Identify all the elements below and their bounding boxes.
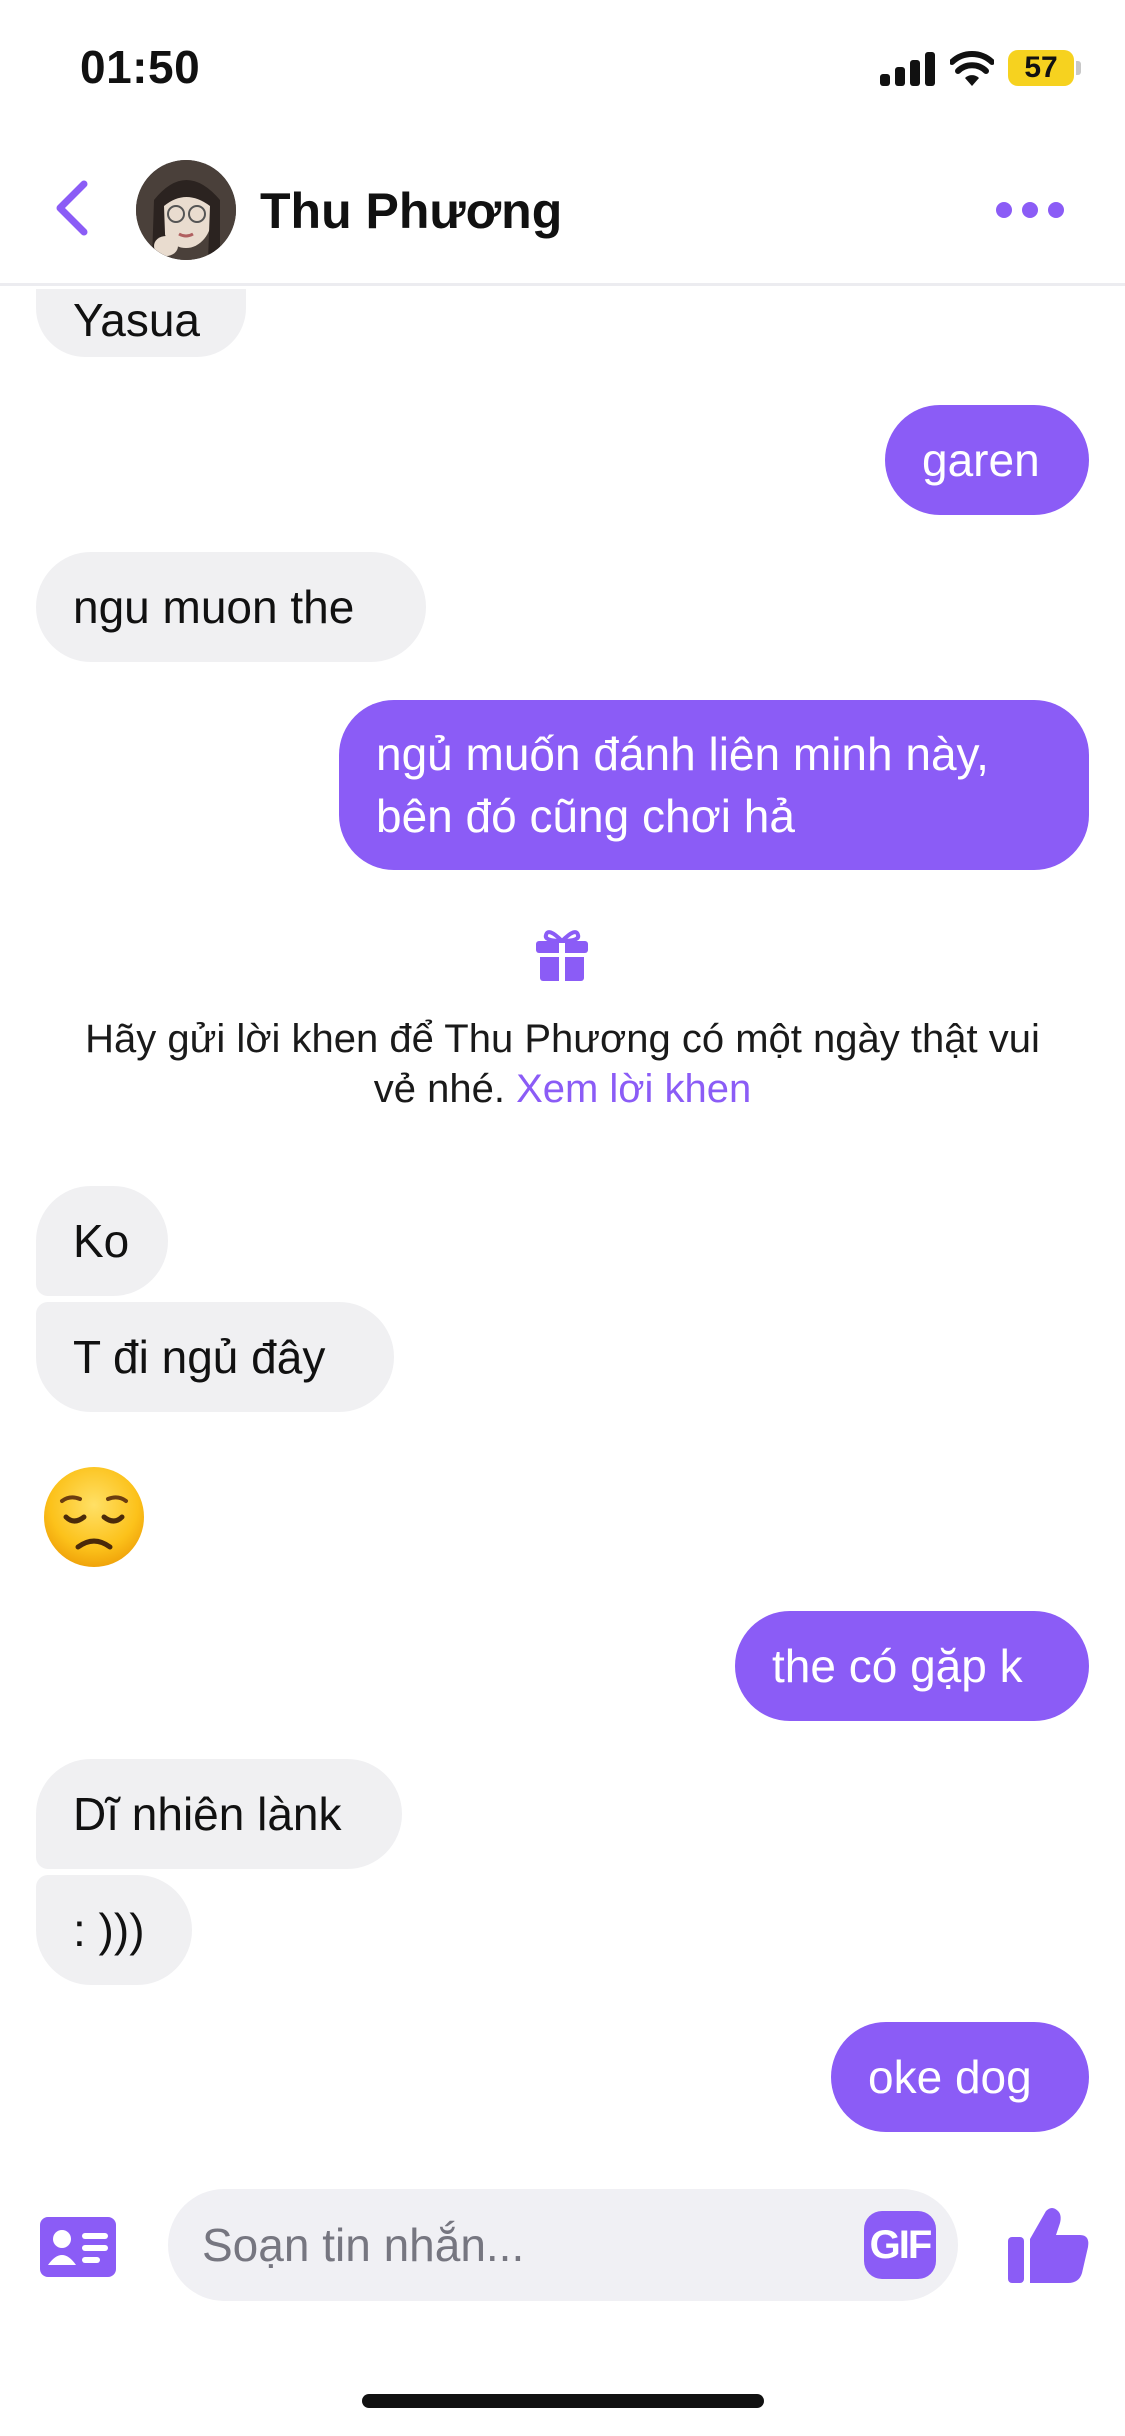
status-bar: 01:50 57 [0,0,1125,140]
outgoing-message[interactable]: ngủ muốn đánh liên minh này, bên đó cũng… [339,700,1089,870]
incoming-message[interactable]: Yasua [36,289,246,357]
compliment-prompt: Hãy gửi lời khen để Thu Phương có một ng… [30,1014,1095,1114]
compliment-prompt-line1: Hãy gửi lời khen để Thu Phương có một ng… [85,1017,1040,1061]
more-dots-icon[interactable] [990,192,1070,228]
chevron-left-icon[interactable] [44,178,104,238]
message-list[interactable]: Yasua garen ngu muon the ngủ muốn đánh l… [0,289,1125,2159]
message-input-container: GIF [168,2189,958,2301]
incoming-message[interactable]: Dĩ nhiên lànk [36,1759,402,1869]
battery-cap [1076,61,1081,75]
status-time: 01:50 [80,41,201,93]
compliment-prompt-line2: vẻ nhé. Xem lời khen [30,1064,1095,1114]
outgoing-message[interactable]: garen [885,405,1089,515]
gif-button[interactable]: GIF [864,2211,936,2279]
home-indicator[interactable] [362,2394,764,2408]
avatar[interactable] [136,160,236,260]
contact-name[interactable]: Thu Phương [260,182,562,240]
message-input[interactable] [202,2209,802,2281]
battery-level: 57 [1008,50,1074,86]
incoming-message[interactable]: Ko [36,1186,168,1296]
incoming-message[interactable]: ngu muon the [36,552,426,662]
cellular-signal-icon [880,52,936,86]
compliment-prompt-text: vẻ nhé. [373,1067,505,1111]
contact-card-icon[interactable] [40,2217,116,2277]
outgoing-message[interactable]: oke dog [831,2022,1089,2132]
incoming-message[interactable]: T đi ngủ đây [36,1302,394,1412]
view-compliments-link[interactable]: Xem lời khen [516,1067,751,1111]
thumbs-up-icon[interactable] [1006,2203,1090,2287]
disappointed-face-emoji[interactable] [38,1461,150,1573]
outgoing-message[interactable]: the có gặp k [735,1611,1089,1721]
gift-icon [536,930,588,981]
chat-header: Thu Phương [0,140,1125,286]
incoming-message[interactable]: : ))) [36,1875,192,1985]
wifi-icon [950,51,994,86]
message-composer: GIF [0,2159,1125,2359]
